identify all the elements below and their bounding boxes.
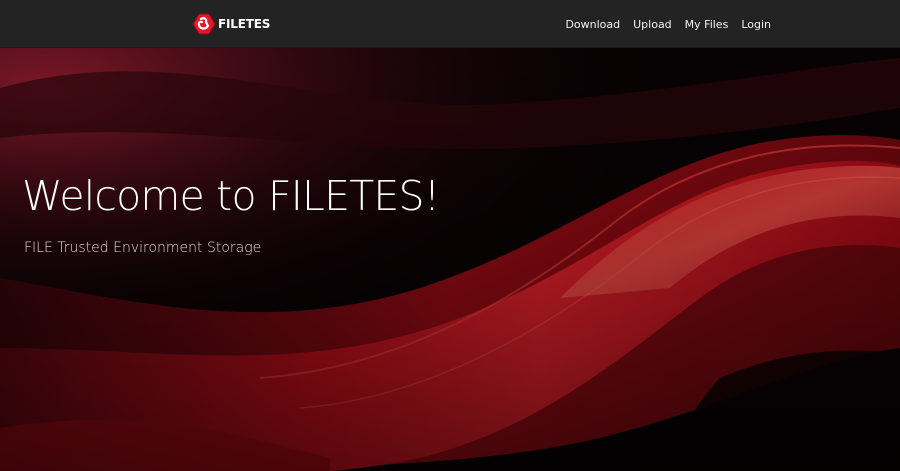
nav-my-files-link[interactable]: My Files [685, 18, 729, 31]
nav-login-link[interactable]: Login [741, 18, 771, 31]
red-wave-background [0, 48, 900, 471]
nav-download-link[interactable]: Download [565, 18, 620, 31]
brand-link[interactable]: FILETES [192, 12, 270, 36]
hero-title: Welcome to FILETES! [22, 172, 440, 220]
nav-links: Download Upload My Files Login [552, 0, 771, 48]
nav-upload-link[interactable]: Upload [633, 18, 672, 31]
top-navbar: FILETES Download Upload My Files Login [0, 0, 900, 48]
hero-banner: Welcome to FILETES! FILE Trusted Environ… [0, 48, 900, 471]
brand-name: FILETES [218, 17, 271, 31]
hero-subtitle: FILE Trusted Environment Storage [24, 240, 262, 256]
red-hexagon-logo-icon [192, 12, 216, 36]
